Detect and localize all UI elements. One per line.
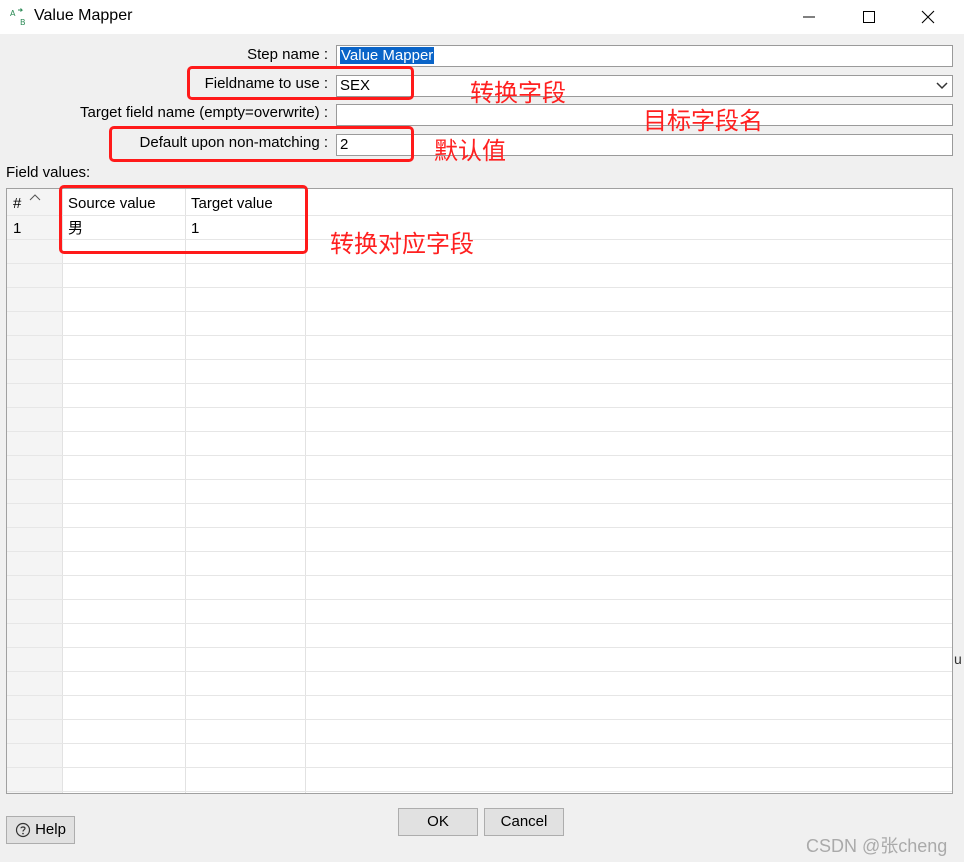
step-name-value: Value Mapper (340, 47, 435, 64)
sort-ascending-icon[interactable] (29, 189, 41, 206)
target-field-name-label: Target field name (empty=overwrite) : (79, 104, 328, 121)
column-header-number[interactable]: # (13, 193, 21, 215)
svg-text:A: A (10, 9, 16, 18)
default-non-matching-input[interactable]: 2 (336, 134, 953, 156)
close-button[interactable] (902, 0, 954, 34)
row-1-number: 1 (13, 220, 22, 237)
maximize-button[interactable] (843, 0, 895, 34)
minimize-icon (803, 16, 815, 18)
annotation-box-default (109, 126, 414, 162)
ok-button[interactable]: OK (398, 808, 478, 836)
annotation-mapping: 转换对应字段 (330, 230, 474, 258)
window-title: Value Mapper (34, 7, 133, 24)
watermark: CSDN @张cheng (806, 836, 948, 856)
annotation-box-fieldname (187, 66, 414, 100)
step-name-input[interactable]: Value Mapper (336, 45, 953, 67)
annotation-fieldname: 转换字段 (470, 79, 566, 107)
annotation-box-mapping (59, 185, 308, 254)
value-mapper-icon: A B (9, 7, 29, 27)
help-button[interactable]: Help (6, 816, 75, 844)
field-values-label: Field values: (6, 164, 91, 181)
minimize-button[interactable] (783, 0, 835, 34)
annotation-target-field: 目标字段名 (643, 107, 763, 135)
step-name-label: Step name : (247, 46, 328, 63)
chevron-down-icon[interactable] (932, 76, 952, 96)
cancel-button[interactable]: Cancel (484, 808, 564, 836)
close-icon (921, 10, 935, 24)
fieldname-to-use-combo[interactable]: SEX (336, 75, 953, 97)
title-bar: A B Value Mapper (0, 0, 964, 34)
table-grid-lines (7, 189, 952, 793)
maximize-icon (863, 11, 875, 23)
field-values-table[interactable]: # Source value Target value 1 男 1 (6, 188, 953, 794)
edge-text: u (954, 651, 962, 667)
annotation-default-value: 默认值 (434, 137, 506, 165)
svg-text:B: B (20, 18, 26, 27)
help-button-label: Help (35, 821, 66, 838)
help-icon (15, 822, 31, 838)
